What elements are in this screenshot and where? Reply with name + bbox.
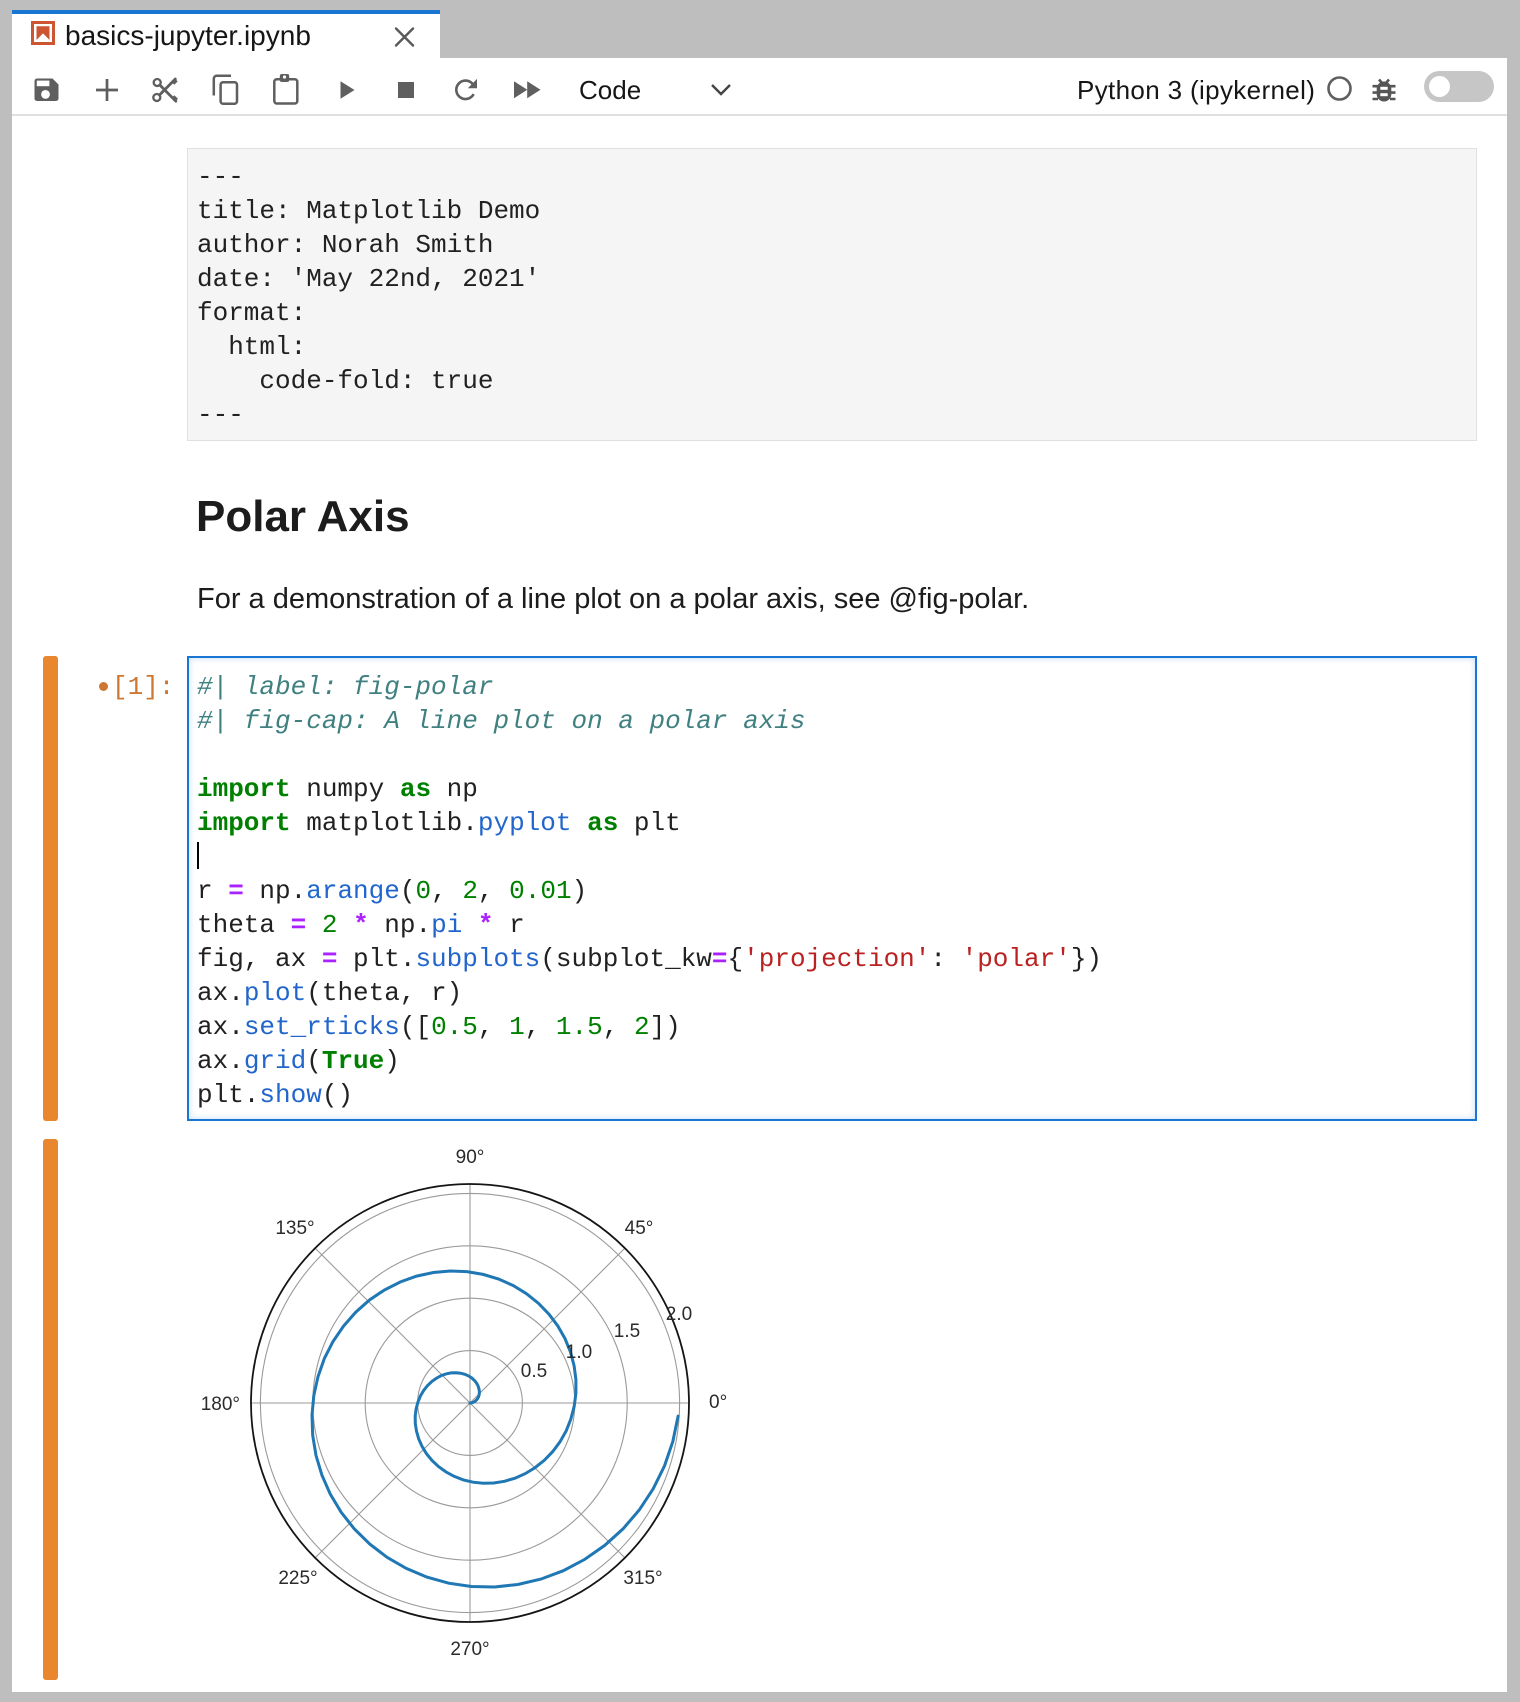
svg-text:90°: 90°: [456, 1147, 485, 1168]
svg-text:2.0: 2.0: [666, 1304, 692, 1325]
svg-text:0.5: 0.5: [521, 1361, 547, 1382]
svg-text:0°: 0°: [709, 1392, 727, 1413]
svg-text:1.0: 1.0: [566, 1342, 592, 1363]
svg-text:315°: 315°: [623, 1568, 662, 1589]
svg-text:180°: 180°: [201, 1394, 240, 1415]
svg-text:1.5: 1.5: [614, 1321, 640, 1342]
svg-text:135°: 135°: [275, 1218, 314, 1239]
svg-text:270°: 270°: [450, 1639, 489, 1660]
svg-text:225°: 225°: [278, 1568, 317, 1589]
svg-text:45°: 45°: [625, 1218, 654, 1239]
